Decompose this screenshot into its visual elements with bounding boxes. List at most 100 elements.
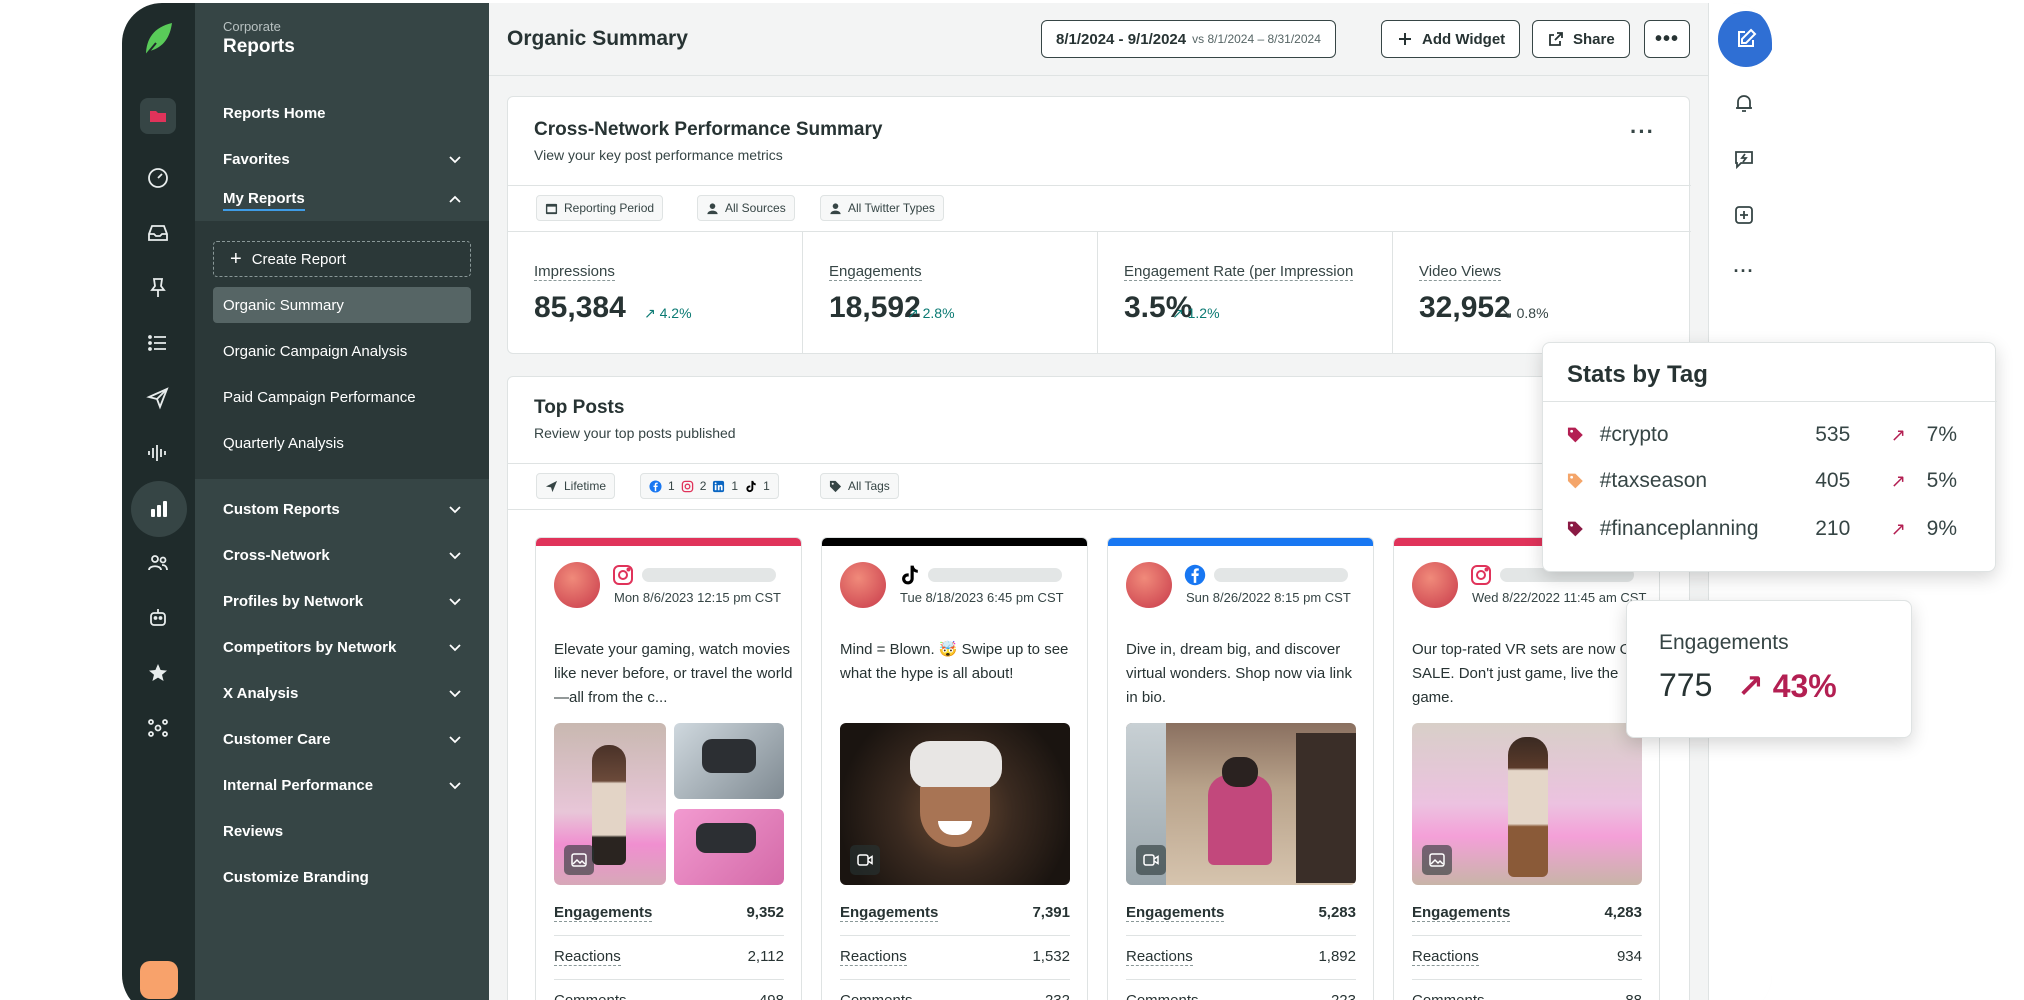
integrations-rail-button[interactable]: [136, 706, 180, 750]
divider: [840, 935, 1070, 936]
post-stat-comments: Comments88: [1412, 992, 1642, 1000]
divider: [1412, 979, 1642, 980]
page-title: Organic Summary: [507, 27, 688, 50]
date-range-button[interactable]: 8/1/2024 - 9/1/2024 vs 8/1/2024 – 8/31/2…: [1041, 20, 1336, 58]
image-icon: [564, 845, 594, 875]
chevron-up-icon: [449, 195, 461, 203]
arrow-up-right-icon: ↗: [1890, 424, 1906, 445]
add-button[interactable]: [1731, 202, 1757, 228]
nav-sub-organic-campaign-analysis[interactable]: Organic Campaign Analysis: [213, 333, 471, 369]
nav-group-custom-reports[interactable]: Custom Reports: [223, 497, 463, 521]
nav-group-profiles-by-network[interactable]: Profiles by Network: [223, 589, 463, 613]
nav-group-x-analysis[interactable]: X Analysis: [223, 681, 463, 705]
top-posts-title: Top Posts: [534, 397, 625, 418]
nav-title: Reports: [223, 36, 295, 57]
metric-engagements: Engagements 18,592 ↗ 2.8%: [803, 231, 1098, 354]
brand-logo-icon: [145, 23, 172, 56]
add-widget-button[interactable]: Add Widget: [1381, 20, 1521, 58]
post-stat-engagements: Engagements 9,352: [554, 904, 784, 922]
create-report-button[interactable]: + Create Report: [213, 241, 471, 277]
tag-row[interactable]: #crypto 535 ↗ 7%: [1567, 423, 1957, 447]
nav-sub-quarterly-analysis[interactable]: Quarterly Analysis: [213, 425, 471, 461]
summary-more-icon[interactable]: ···: [1630, 119, 1655, 145]
nav-item-customize-branding[interactable]: Customize Branding: [223, 865, 463, 889]
post-card[interactable]: Wed 8/22/2022 11:45 am CST Our top-rated…: [1393, 537, 1660, 1000]
listening-rail-button[interactable]: [136, 431, 180, 475]
notifications-button[interactable]: [1731, 90, 1757, 116]
divider: [554, 979, 784, 980]
gauge-icon: [148, 168, 168, 188]
engagements-popover-value: 775: [1659, 667, 1713, 703]
summary-title: Cross-Network Performance Summary: [534, 119, 883, 140]
chevron-down-icon: [449, 598, 461, 606]
tag-row[interactable]: #financeplanning 210 ↗ 9%: [1567, 517, 1957, 541]
share-button[interactable]: Share: [1532, 20, 1630, 58]
pin-rail-button[interactable]: [136, 266, 180, 310]
nav-group-internal-performance[interactable]: Internal Performance: [223, 773, 463, 797]
filter-lifetime[interactable]: Lifetime: [536, 473, 616, 499]
tag-row[interactable]: #taxseason 405 ↗ 5%: [1567, 469, 1957, 493]
more-apps-button[interactable]: ···: [1731, 258, 1757, 284]
nav-group-competitors-by-network[interactable]: Competitors by Network: [223, 635, 463, 659]
post-stat-reactions: Reactions 2,112: [554, 948, 784, 966]
post-card[interactable]: Sun 8/26/2022 8:15 pm CST Dive in, dream…: [1107, 537, 1374, 1000]
folder-icon: [150, 111, 166, 122]
network-accent-bar: [536, 538, 801, 546]
performance-summary-card: Cross-Network Performance Summary View y…: [507, 96, 1691, 354]
app-window: Corporate Reports Reports Home Favorites…: [122, 3, 1772, 1000]
filter-twitter-types[interactable]: All Twitter Types: [820, 195, 944, 221]
reviews-rail-button[interactable]: [136, 651, 180, 695]
nav-sub-paid-campaign-performance[interactable]: Paid Campaign Performance: [213, 379, 471, 415]
feedback-button[interactable]: [1731, 146, 1757, 172]
post-media[interactable]: [1126, 723, 1356, 885]
date-range-label: 8/1/2024 - 9/1/2024: [1056, 30, 1187, 48]
share-icon: [1549, 32, 1563, 46]
media-image-3: [674, 809, 784, 885]
send-icon: [545, 480, 558, 492]
people-icon: [148, 555, 168, 571]
nav-item-reports-home[interactable]: Reports Home: [223, 101, 463, 125]
nav-group-cross-network[interactable]: Cross-Network: [223, 543, 463, 567]
compose-button[interactable]: [1718, 11, 1772, 67]
nav-sub-organic-summary[interactable]: Organic Summary: [213, 287, 471, 323]
nav-group-customer-care[interactable]: Customer Care: [223, 727, 463, 751]
filter-all-sources[interactable]: All Sources: [697, 195, 795, 221]
people-rail-button[interactable]: [136, 541, 180, 585]
tasks-rail-button[interactable]: [136, 321, 180, 365]
post-media[interactable]: [1412, 723, 1642, 885]
post-text: Elevate your gaming, watch movies like n…: [554, 641, 793, 706]
chevron-down-icon: [449, 644, 461, 652]
chevron-down-icon: [449, 736, 461, 744]
facebook-icon: [649, 479, 662, 493]
icon-rail: [122, 3, 195, 1000]
filter-networks[interactable]: 1 2 1 1: [640, 473, 779, 499]
linkedin-icon: [713, 480, 725, 492]
publishing-rail-button[interactable]: [140, 98, 176, 134]
divider: [840, 979, 1070, 980]
post-stat-reactions: Reactions 934: [1412, 948, 1642, 966]
network-accent-bar: [822, 538, 1087, 546]
nav-item-favorites[interactable]: Favorites: [223, 147, 463, 171]
nav-item-reviews[interactable]: Reviews: [223, 819, 463, 843]
send-rail-button[interactable]: [136, 376, 180, 420]
post-stat-comments: Comments232: [840, 992, 1070, 1000]
reports-rail-button[interactable]: [131, 481, 187, 537]
inbox-rail-button[interactable]: [136, 211, 180, 255]
user-avatar[interactable]: [140, 961, 178, 999]
filter-all-tags[interactable]: All Tags: [820, 473, 899, 499]
metric-engagement-rate: Engagement Rate (per Impression 3.5% ↗ 1…: [1098, 231, 1393, 354]
chevron-down-icon: [449, 506, 461, 514]
bot-rail-button[interactable]: [136, 596, 180, 640]
post-card[interactable]: Mon 8/6/2023 12:15 pm CST Elevate your g…: [535, 537, 802, 1000]
divider: [1412, 935, 1642, 936]
list-icon: [148, 335, 166, 351]
dashboard-rail-button[interactable]: [136, 156, 180, 200]
nav-item-my-reports[interactable]: My Reports: [223, 188, 463, 212]
post-media[interactable]: [554, 723, 784, 885]
chevron-down-icon: [449, 782, 461, 790]
profile-avatar: [554, 562, 600, 608]
post-media[interactable]: [840, 723, 1070, 885]
more-options-button[interactable]: •••: [1644, 20, 1691, 58]
post-card[interactable]: Tue 8/18/2023 6:45 pm CST Mind = Blown. …: [821, 537, 1088, 1000]
filter-reporting-period[interactable]: Reporting Period: [536, 195, 664, 221]
